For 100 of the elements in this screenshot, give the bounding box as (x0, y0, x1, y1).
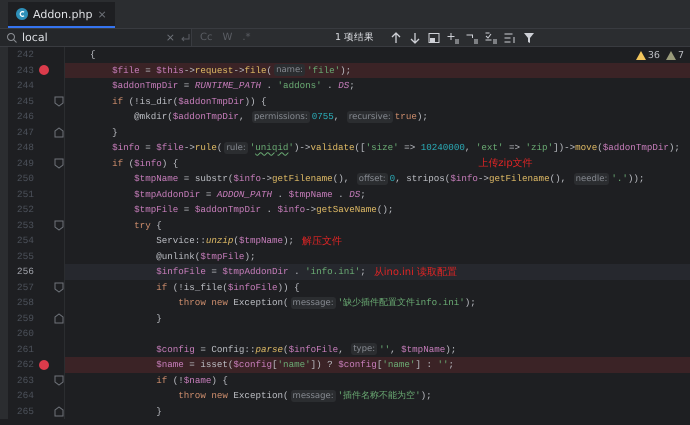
code-token: $name (184, 374, 212, 386)
code-token: ( (233, 235, 239, 246)
inspection-count[interactable]: 7 (666, 50, 684, 61)
code-token: $config (338, 359, 377, 370)
select-all-icon[interactable] (485, 32, 498, 44)
remove-selection-icon[interactable] (466, 32, 478, 44)
code-token: ; (360, 188, 366, 200)
code-token: request (194, 64, 234, 76)
code-token: 'name' (382, 359, 416, 370)
code-token: ( (128, 158, 134, 169)
fold-icon[interactable] (54, 406, 64, 417)
code-token: $tmpName (288, 188, 333, 200)
code-token: $addonTmpDir (178, 96, 244, 107)
code-token: = substr( (182, 173, 234, 184)
code-token: [ (272, 359, 278, 370)
code-token: )) { (244, 96, 267, 107)
newline-icon[interactable] (179, 32, 191, 44)
code-token: = (182, 80, 190, 92)
parameter-hint: needle: (574, 172, 610, 185)
code-token: $info (134, 158, 162, 169)
close-icon[interactable]: × (97, 8, 107, 20)
arrow-up-icon[interactable] (390, 32, 402, 44)
code-token: ([ (354, 142, 366, 154)
code-token: ADDON_PATH (216, 188, 272, 200)
code-token: -> (305, 204, 316, 216)
code-token: ); (416, 111, 428, 122)
fold-icon[interactable] (54, 96, 64, 107)
code-token: = (144, 64, 152, 76)
code-token: (), (332, 173, 350, 184)
code-token: [ (376, 359, 382, 370)
code-token: $tmpFile (200, 250, 244, 262)
code-token: ( (216, 142, 222, 154)
fold-icon[interactable] (54, 126, 64, 138)
code-token: if (155, 374, 168, 386)
code-token: 0755 (312, 111, 334, 122)
search-icon (6, 32, 18, 44)
code-token: '缺少插件配置文件info.ini' (338, 296, 465, 310)
code-token: $config (155, 344, 195, 355)
code-token: ( (283, 344, 289, 355)
search-field[interactable]: local × (0, 29, 191, 46)
code-token: { (89, 49, 96, 60)
code-token: $config (233, 359, 272, 370)
code-token: ); (420, 390, 432, 402)
code-token: ( (266, 64, 272, 76)
fold-icon[interactable] (54, 374, 64, 386)
code-token: ); (283, 235, 294, 246)
annotation-note: 上传zip文件 (478, 156, 533, 170)
fold-icon[interactable] (54, 220, 64, 231)
warning-icon (666, 51, 676, 60)
code-token: , (390, 344, 397, 355)
code-token: 'file' (307, 64, 340, 76)
fold-icon[interactable] (54, 282, 64, 293)
code-token: )); (628, 173, 644, 184)
code-token: validate (310, 142, 355, 154)
clear-icon[interactable]: × (166, 31, 175, 44)
code-token: = (182, 204, 190, 216)
code-token: , (334, 111, 340, 122)
code-token: -> (478, 173, 489, 184)
code-token: ); (244, 250, 256, 262)
code-token: $this (156, 64, 184, 76)
code-token: uniqid (255, 142, 288, 154)
code-token: '插件名称不能为空' (338, 389, 421, 402)
code-token: if (111, 96, 124, 107)
code-token: Service:: (155, 235, 206, 246)
code-token: ])-> (553, 142, 576, 154)
code-token: { (155, 220, 162, 231)
code-token: ; (360, 266, 366, 278)
code-token: true (394, 111, 417, 122)
annotation-note: 从ino.ini 读取配置 (374, 266, 458, 279)
filter-icon[interactable] (523, 32, 536, 44)
code-token: ]) ? (310, 359, 334, 370)
code-token: => (403, 142, 416, 154)
code-token: getFilename (272, 173, 333, 184)
code-token: @mkdir( (133, 111, 173, 122)
code-token: $addonTmpDir (602, 142, 669, 154)
code-token: } (111, 126, 118, 138)
code-token: getSaveName (316, 204, 377, 216)
search-option-toggle[interactable]: .* (238, 32, 255, 43)
add-selection-icon[interactable] (447, 32, 460, 44)
code-token: ' (288, 142, 294, 154)
code-token: 'info.ini' (305, 266, 360, 278)
file-tab[interactable]: Addon.php × (8, 2, 115, 28)
code-token: -> (233, 64, 244, 76)
fold-icon[interactable] (54, 158, 64, 169)
breakpoint-icon[interactable] (39, 360, 49, 370)
code-token: = (204, 188, 212, 200)
window-icon[interactable] (428, 32, 440, 44)
list-icon[interactable] (504, 32, 516, 44)
fold-icon[interactable] (54, 312, 64, 324)
code-token: $file (111, 64, 140, 76)
code-token: ); (445, 344, 456, 355)
code-token: ; (448, 359, 454, 370)
code-token: = (210, 266, 218, 278)
code-token: $tmpName (401, 344, 446, 355)
code-token: . (293, 266, 301, 278)
code-token: RUNTIME_PATH (194, 80, 261, 92)
breakpoint-icon[interactable] (39, 65, 49, 76)
arrow-down-icon[interactable] (409, 32, 422, 44)
code-token: '.' (611, 173, 628, 184)
inspection-count[interactable]: 36 (636, 50, 660, 61)
